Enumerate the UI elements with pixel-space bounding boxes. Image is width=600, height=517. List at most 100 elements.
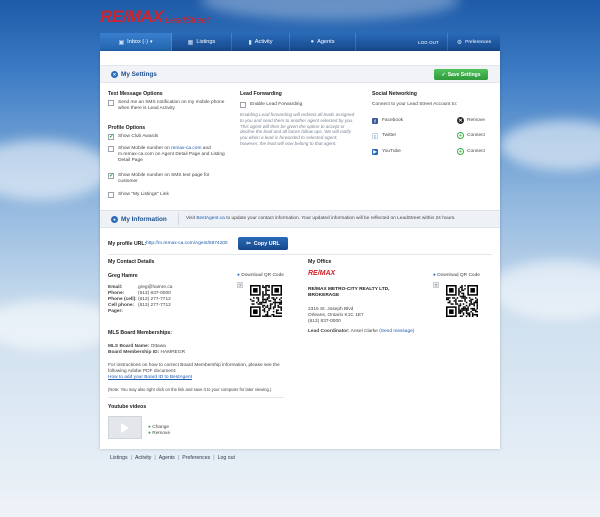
logout-link[interactable]: LOG OUT [410, 33, 448, 51]
video-thumbnail[interactable] [108, 416, 142, 439]
qr-code-contact [250, 285, 282, 317]
help-icon[interactable]: ? [433, 282, 439, 288]
mls-instructions: For instructions on how to correct Board… [108, 363, 280, 375]
activity-icon: ▮ [248, 39, 252, 46]
remove-icon[interactable]: ✕ [457, 117, 464, 124]
nav-inbox-label: Inbox (·) [127, 39, 148, 45]
profile-options-heading: Profile Options [108, 125, 146, 131]
nav-activity-label: Activity [254, 39, 273, 45]
twitter-action[interactable]: Connect [467, 133, 485, 139]
send-message-link[interactable]: (Send message) [379, 329, 414, 334]
agent-name: Greg Hamre [108, 273, 138, 279]
divider [178, 213, 179, 225]
twitter-label: Twitter [382, 133, 397, 138]
save-settings-button[interactable]: ✓ Save Settings [434, 69, 488, 80]
nav-inbox[interactable]: ▣ Inbox (·) ▾ [100, 33, 172, 51]
youtube-icon: ▶ [372, 149, 378, 155]
mls-id-value: HAMREGR [160, 350, 186, 355]
copy-url-button[interactable]: ✂ Copy URL [238, 237, 288, 250]
footer-link[interactable]: Listings [110, 455, 128, 461]
connect-icon[interactable]: + [457, 148, 464, 155]
show-mobile-text-1: Show Mobile number on [118, 146, 170, 151]
show-sms-label: Show Mobile number on SMS text page for … [118, 173, 210, 185]
mls-note: (Note: You may also right click on the l… [108, 387, 272, 392]
office-name: RE/MAX METRO-CITY REALTY LTD, BROKERAGE [308, 287, 390, 299]
footer-separator: | [154, 455, 156, 461]
show-listings-checkbox[interactable] [108, 192, 114, 198]
bullet-icon: ● [148, 425, 151, 430]
video-change-label: Change [152, 425, 170, 430]
check-icon: ✓ [441, 71, 446, 78]
facebook-label: Facebook [382, 118, 404, 123]
divider [108, 397, 284, 398]
download-qr-label: Download QR Code [241, 273, 284, 278]
help-icon[interactable]: ? [237, 282, 243, 288]
info-notice: Visit BestAgent.ca to update your contac… [186, 216, 456, 222]
gear-icon: ⚙ [456, 39, 463, 46]
product-name: LeadStreet [165, 15, 210, 25]
coordinator-name: Ansel Clarke [350, 329, 378, 334]
chevron-down-icon: ▾ [149, 39, 153, 45]
contact-heading: My Contact Details [108, 259, 155, 265]
text-message-heading: Text Message Options [108, 91, 163, 97]
youtube-label: YouTube [382, 149, 401, 154]
nav-preferences[interactable]: ⚙ Preferences [448, 33, 500, 51]
remax-ca-link[interactable]: remax-ca.com [171, 146, 201, 151]
contact-row-value: (613) 837-0000 [138, 291, 171, 296]
sms-notify-label: Send me an SMS notification on my mobile… [118, 100, 225, 112]
show-listings-label: Show "My Listings" Link [118, 192, 169, 197]
my-information-band: ● My Information Visit BestAgent.ca to u… [100, 210, 500, 228]
my-information-title: My Information [121, 216, 167, 223]
listings-icon: ▦ [187, 39, 194, 46]
social-intro: Connect to your Lead Street Account to: [372, 102, 458, 107]
office-heading: My Office [308, 259, 332, 265]
show-mobile-checkbox[interactable] [108, 146, 114, 152]
footer-link[interactable]: Agents [159, 455, 175, 461]
cloud [490, 260, 600, 320]
footer-link[interactable]: Log out [218, 455, 235, 461]
settings-header: ✕ My Settings ✓ Save Settings [100, 65, 500, 83]
brand-logo[interactable]: RE/MAX LeadStreet [100, 7, 209, 27]
connect-icon[interactable]: + [457, 132, 464, 139]
footer-link[interactable]: Activity [135, 455, 151, 461]
lead-forwarding-label: Enable Lead Forwarding [250, 102, 303, 107]
twitter-icon: t [372, 133, 378, 139]
lead-forwarding-checkbox[interactable] [240, 102, 246, 108]
profile-url[interactable]: http://m.remax-ca.com/Agent/5874200 [146, 241, 228, 247]
footer-link[interactable]: Preferences [182, 455, 210, 461]
show-mobile-label: Show Mobile number on remax-ca.com and m… [118, 146, 228, 165]
footer-separator: | [213, 455, 215, 461]
main-nav: ▣ Inbox (·) ▾ ▦ Listings ▮ Activity ● Ag… [100, 33, 500, 51]
nav-preferences-label: Preferences [465, 39, 491, 45]
youtube-action[interactable]: Connect [467, 149, 485, 155]
agents-icon: ● [310, 39, 315, 45]
nav-activity[interactable]: ▮ Activity [232, 33, 290, 51]
qr-code-office [446, 285, 478, 317]
sms-notify-checkbox[interactable] [108, 100, 114, 106]
footer-separator: | [130, 455, 132, 461]
bestagent-link[interactable]: BestAgent.ca [196, 216, 225, 221]
mls-instructions-link[interactable]: How to add your Board ID to BestAgent [108, 375, 192, 381]
info-notice-suffix: to update your contact information. Your… [224, 216, 456, 221]
bullet-icon: ● [433, 273, 436, 278]
show-sms-checkbox[interactable] [108, 172, 114, 179]
video-remove[interactable]: ● Remove [148, 431, 170, 437]
video-remove-label: Remove [152, 431, 171, 436]
facebook-icon: f [372, 118, 378, 124]
brand-name: RE/MAX [100, 7, 164, 26]
lead-forwarding-description: Enabling Lead forwarding will redirect a… [240, 112, 355, 146]
download-qr-office-label: Download QR Code [437, 273, 480, 278]
nav-agents[interactable]: ● Agents [290, 33, 356, 51]
facebook-action[interactable]: Remove [467, 118, 485, 124]
nav-listings[interactable]: ▦ Listings [172, 33, 232, 51]
footer-nav: Listings | Activity | Agents | Preferences | Log… [110, 455, 235, 461]
youtube-heading: Youtube videos [108, 404, 147, 410]
lead-forwarding-heading: Lead Forwarding [240, 91, 282, 97]
contact-row: Pager: [108, 309, 138, 315]
download-qr-contact[interactable]: ● Download QR Code [237, 273, 284, 279]
show-club-awards-checkbox[interactable] [108, 133, 114, 140]
page-title: My Settings [121, 71, 157, 78]
download-qr-office[interactable]: ● Download QR Code [433, 273, 480, 279]
mls-heading: MLS Board Memberships: [108, 330, 172, 336]
